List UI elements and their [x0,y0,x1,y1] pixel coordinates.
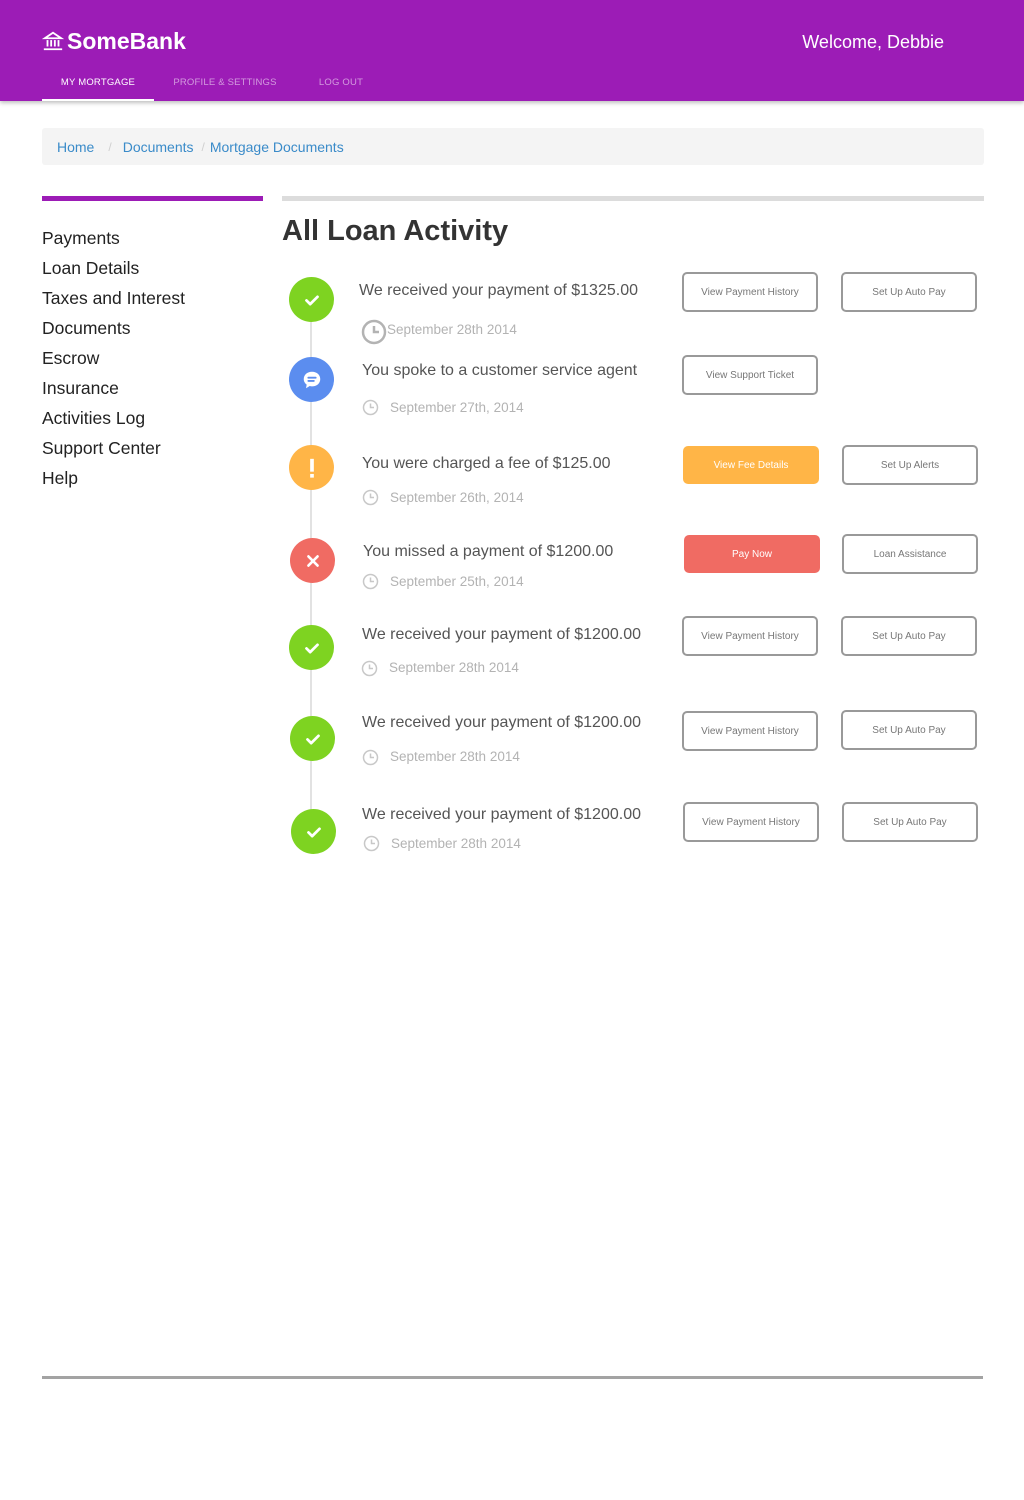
brand-name: SomeBank [67,27,186,54]
status-circle [290,538,335,583]
check-icon [306,826,321,837]
loan-assistance-button[interactable]: Loan Assistance [842,534,978,574]
x-icon [306,554,319,567]
status-circle [290,716,335,761]
status-circle [289,357,334,402]
activity-date: September 28th 2014 [362,746,520,766]
footer-divider [42,1376,983,1379]
app-header: SomeBank Welcome, Debbie MY MORTGAGE PRO… [0,0,1024,101]
sidebar-item-escrow[interactable]: Escrow [42,346,185,376]
activity-date: September 25th, 2014 [362,573,524,590]
sidebar-item-payments[interactable]: Payments [42,226,185,256]
check-icon [304,294,319,305]
breadcrumb-home[interactable]: Home [57,139,94,155]
status-circle [291,809,336,854]
view-payment-history-button[interactable]: View Payment History [682,616,818,656]
sidebar-item-taxes-interest[interactable]: Taxes and Interest [42,286,185,316]
activity-item: We received your payment of $1200.00 Sep… [282,802,984,862]
breadcrumb-documents[interactable]: Documents [123,139,194,155]
main-nav: MY MORTGAGE PROFILE & SETTINGS LOG OUT [42,70,386,101]
sidebar-menu: Payments Loan Details Taxes and Interest… [42,226,185,496]
view-fee-details-button[interactable]: View Fee Details [683,446,819,484]
activity-date: September 27th, 2014 [362,399,524,416]
activity-item: You were charged a fee of $125.00 Septem… [282,445,984,506]
status-circle [289,445,334,490]
activity-message: You were charged a fee of $125.00 [362,455,611,472]
activity-date: September 28th 2014 [361,657,519,677]
welcome-message: Welcome, Debbie [802,32,944,52]
clock-icon [362,489,379,506]
activity-message: We received your payment of $1200.00 [362,714,641,731]
sidebar-item-insurance[interactable]: Insurance [42,376,185,406]
bank-icon [42,31,64,51]
tab-log-out[interactable]: LOG OUT [296,70,386,101]
activity-date: September 26th, 2014 [362,489,524,506]
activity-message: We received your payment of $1200.00 [362,626,641,643]
activity-date-text: September 25th, 2014 [390,574,524,589]
sidebar-item-documents[interactable]: Documents [42,316,185,346]
check-icon [305,733,320,744]
clock-icon [361,660,378,677]
breadcrumb-separator: / [201,139,205,154]
activity-message: We received your payment of $1200.00 [362,806,641,823]
activity-message: We received your payment of $1325.00 [359,282,638,299]
clock-icon [363,835,380,852]
tab-my-mortgage[interactable]: MY MORTGAGE [42,70,154,101]
activity-date-text: September 28th 2014 [391,836,521,851]
sidebar-item-support-center[interactable]: Support Center [42,436,185,466]
activity-message: You spoke to a customer service agent [362,362,638,379]
brand-logo[interactable]: SomeBank [42,27,186,55]
activity-item: You missed a payment of $1200.00 Septemb… [282,534,984,594]
set-up-auto-pay-button[interactable]: Set Up Auto Pay [841,616,977,656]
sidebar-item-loan-details[interactable]: Loan Details [42,256,185,286]
status-circle [289,277,334,322]
set-up-auto-pay-button[interactable]: Set Up Auto Pay [842,802,978,842]
activity-date-text: September 28th 2014 [389,659,519,675]
pay-now-button[interactable]: Pay Now [684,535,820,573]
view-payment-history-button[interactable]: View Payment History [682,711,818,751]
breadcrumb: Home / Documents / Mortgage Documents [42,128,984,165]
activity-date-text: September 28th 2014 [390,748,520,764]
activity-item: You spoke to a customer service agent Se… [282,355,984,416]
sidebar-item-activities-log[interactable]: Activities Log [42,406,185,436]
activity-date: September 28th 2014 [361,313,517,345]
content-divider [282,196,984,201]
activity-date-text: September 26th, 2014 [390,490,524,505]
chat-icon [303,371,320,388]
clock-icon [361,319,387,345]
exclamation-icon [309,458,314,478]
tab-profile-settings[interactable]: PROFILE & SETTINGS [154,70,296,101]
set-up-auto-pay-button[interactable]: Set Up Auto Pay [841,710,977,750]
activity-message: You missed a payment of $1200.00 [363,543,614,560]
view-support-ticket-button[interactable]: View Support Ticket [682,355,818,395]
set-up-auto-pay-button[interactable]: Set Up Auto Pay [841,272,977,312]
clock-icon [362,573,379,590]
activity-item: We received your payment of $1200.00 Sep… [282,616,984,677]
clock-icon [362,749,379,766]
check-icon [304,642,319,653]
breadcrumb-separator: / [108,139,112,154]
breadcrumb-mortgage-documents[interactable]: Mortgage Documents [210,139,344,155]
activity-date-text: September 27th, 2014 [390,400,524,415]
clock-icon [362,399,379,416]
activity-item: We received your payment of $1325.00 Sep… [282,272,984,345]
status-circle [289,625,334,670]
view-payment-history-button[interactable]: View Payment History [683,802,819,842]
view-payment-history-button[interactable]: View Payment History [682,272,818,312]
activity-item: We received your payment of $1200.00 Sep… [282,710,984,770]
activity-date-text: September 28th 2014 [387,321,517,337]
sidebar-item-help[interactable]: Help [42,466,185,496]
set-up-alerts-button[interactable]: Set Up Alerts [842,445,978,485]
sidebar-accent-bar [42,196,263,201]
page-title: All Loan Activity [282,215,509,247]
activity-date: September 28th 2014 [363,835,521,852]
